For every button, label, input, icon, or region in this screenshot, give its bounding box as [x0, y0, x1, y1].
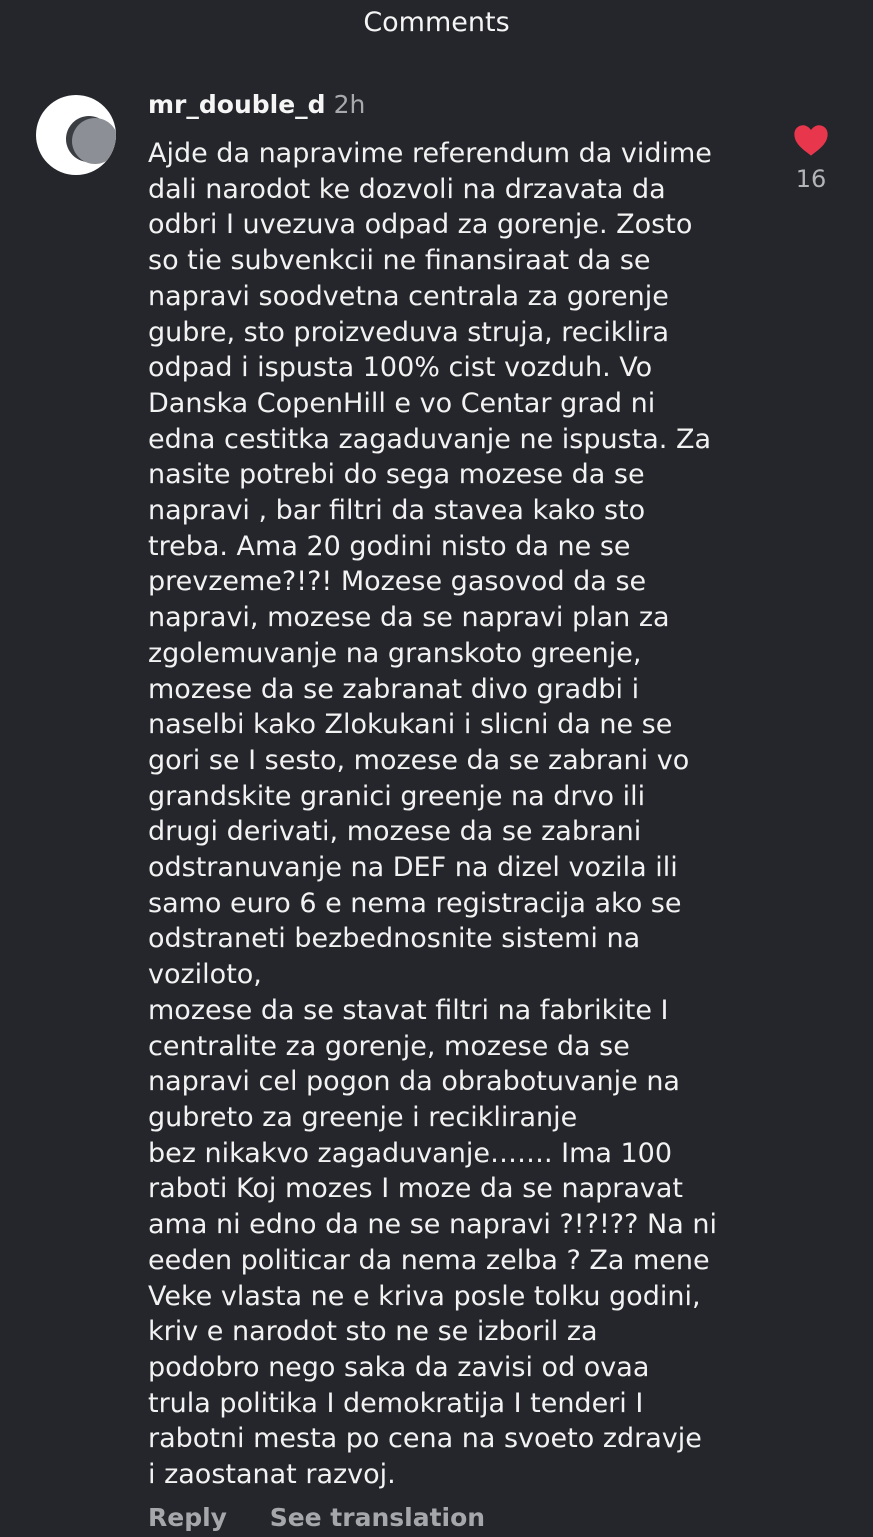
avatar-icon	[72, 118, 116, 164]
avatar[interactable]	[36, 95, 116, 175]
heart-icon[interactable]	[789, 122, 833, 157]
see-translation-button[interactable]: See translation	[270, 1503, 485, 1532]
comments-title: Comments	[363, 7, 510, 38]
comment: mr_double_d 2h Ajde da napravime referend…	[148, 86, 768, 1537]
comment-text: Ajde da napravime referendum da vidime d…	[148, 138, 717, 1491]
comment-actions: Reply See translation	[148, 1503, 768, 1537]
like-count: 16	[795, 165, 827, 193]
comments-header: Comments	[0, 0, 873, 50]
comment-time: 2h	[333, 90, 366, 119]
reply-button[interactable]: Reply	[148, 1503, 227, 1532]
comment-meta: mr_double_d 2h	[148, 86, 768, 124]
username-link[interactable]: mr_double_d	[148, 90, 326, 119]
like-control: 16	[789, 122, 833, 193]
